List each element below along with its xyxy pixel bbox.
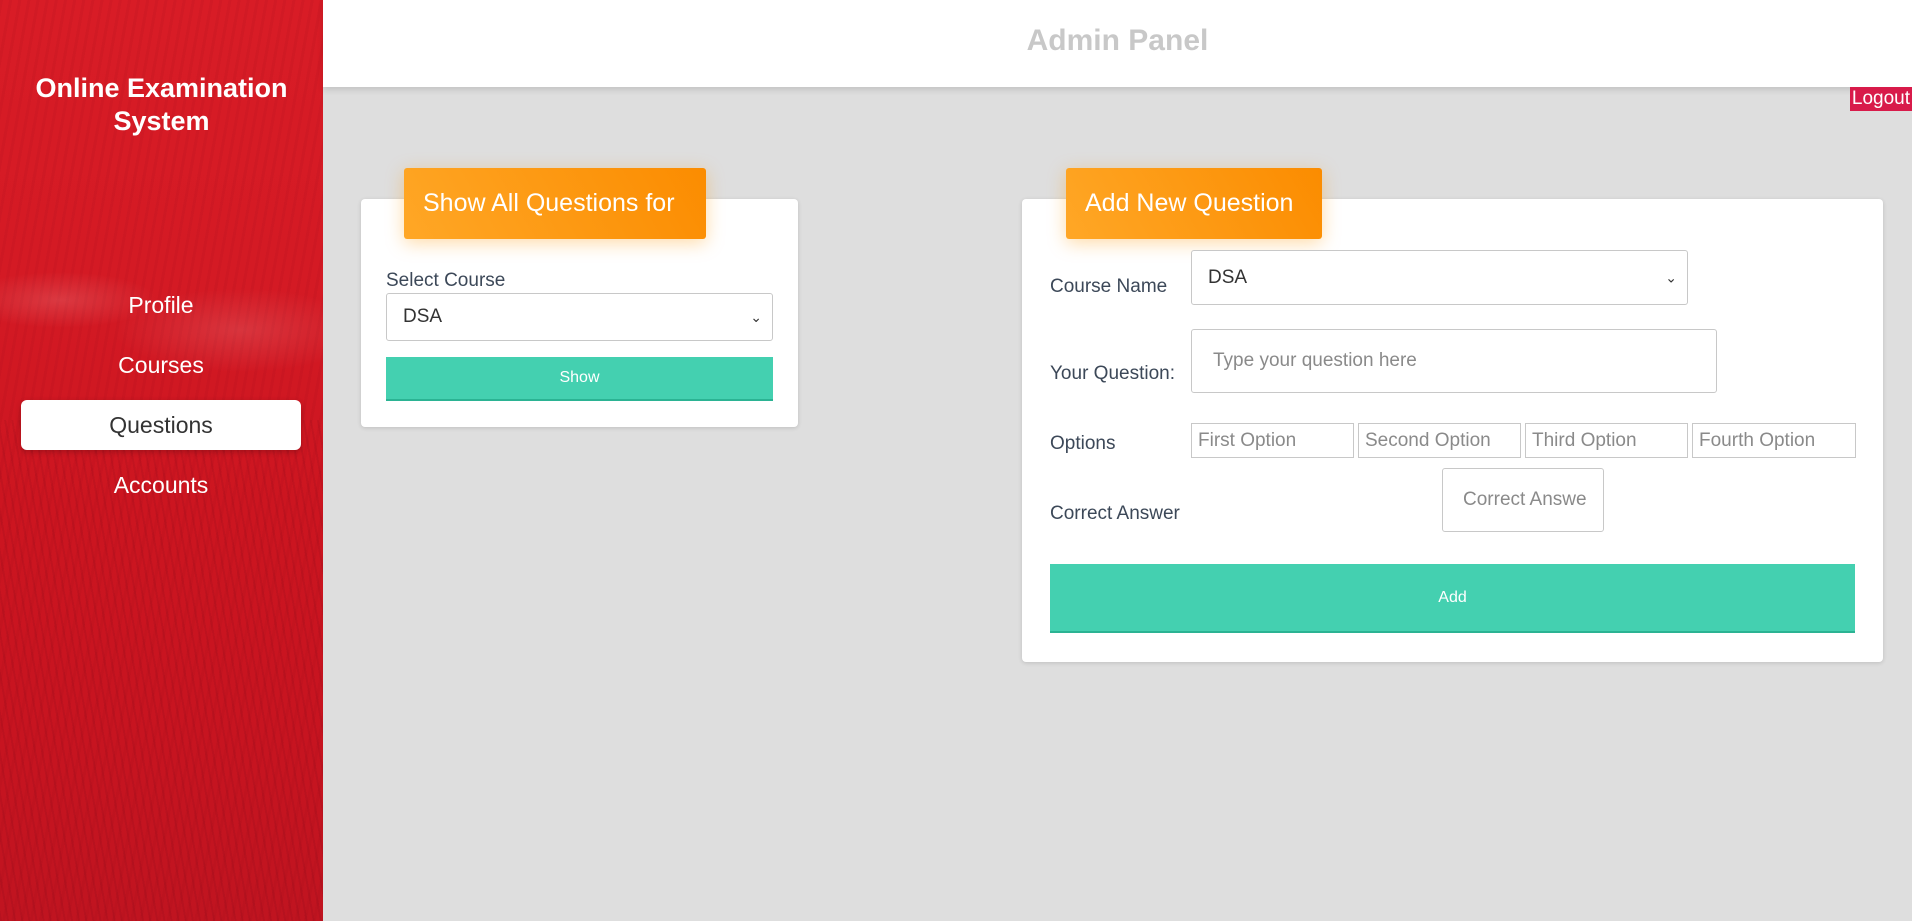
select-course-label: Select Course [386,270,506,291]
add-button[interactable]: Add [1050,564,1855,633]
correct-answer-label: Correct Answer [1050,503,1180,524]
sidebar-nav: Profile Courses Questions Accounts [21,280,301,520]
question-input[interactable]: Type your question here [1191,329,1717,393]
sidebar-item-courses[interactable]: Courses [21,340,301,390]
third-option-input[interactable]: Third Option [1525,423,1688,458]
second-option-input[interactable]: Second Option [1358,423,1521,458]
course-name-select-value: DSA [1208,267,1248,288]
brand-title: Online Examination System [35,73,288,136]
fourth-option-input[interactable]: Fourth Option [1692,423,1856,458]
course-select-value: DSA [403,306,443,327]
course-select[interactable]: DSA ⌄ [386,293,773,341]
show-button[interactable]: Show [386,357,773,401]
sidebar: Online Examination System Profile Course… [0,0,323,921]
sidebar-item-accounts[interactable]: Accounts [21,460,301,510]
sidebar-item-profile[interactable]: Profile [21,280,301,330]
add-question-card: Add New Question Course Name DSA ⌄ Your … [1022,168,1883,662]
add-question-header: Add New Question [1066,168,1322,239]
show-questions-card: Show All Questions for Select Course DSA… [361,168,798,427]
course-name-select[interactable]: DSA ⌄ [1191,250,1688,305]
logout-button[interactable]: Logout [1849,87,1912,111]
options-label: Options [1050,433,1116,454]
top-header: Admin Panel [323,0,1912,87]
first-option-input[interactable]: First Option [1191,423,1354,458]
show-questions-header: Show All Questions for [404,168,706,239]
chevron-down-icon: ⌄ [750,309,762,325]
chevron-down-icon: ⌄ [1665,269,1677,285]
sidebar-item-questions[interactable]: Questions [21,400,301,450]
course-name-label: Course Name [1050,276,1168,297]
question-label: Your Question: [1050,363,1175,384]
correct-answer-input[interactable]: Correct Answe [1442,468,1604,532]
page-title: Admin Panel [1026,24,1209,57]
